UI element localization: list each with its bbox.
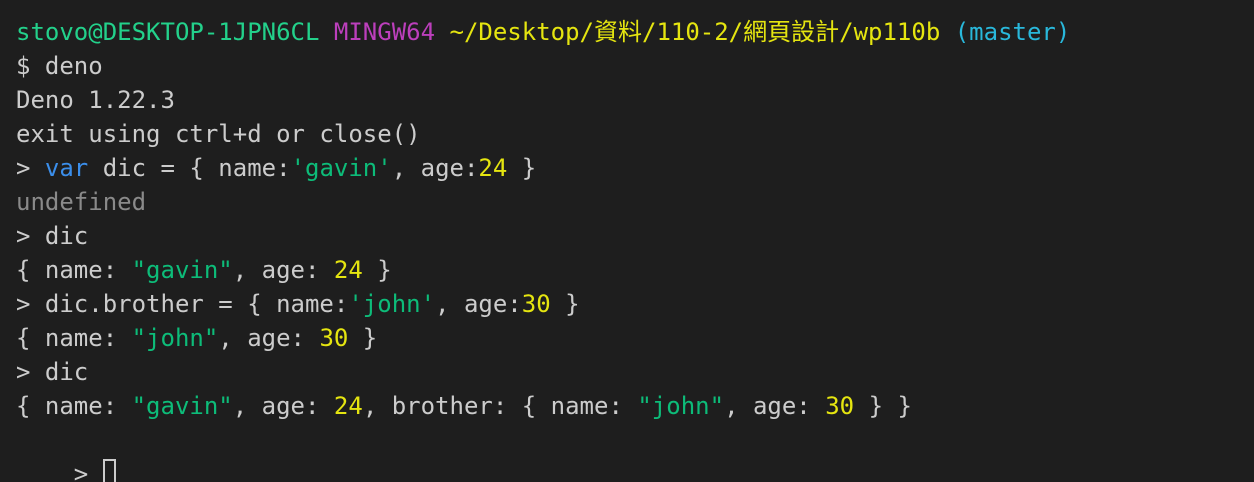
- terminal-text-segment: > dic: [16, 358, 89, 386]
- terminal-line: undefined: [16, 185, 1254, 219]
- terminal-text-segment: MINGW64: [333, 18, 436, 46]
- terminal-text-segment: "john": [637, 392, 725, 420]
- terminal-text-segment: "john": [131, 324, 219, 352]
- terminal-text-segment: } }: [854, 392, 912, 420]
- terminal-text-segment: > dic: [16, 222, 89, 250]
- terminal-line: > dic.brother = { name:'john', age:30 }: [16, 287, 1254, 321]
- terminal-text-segment: { name:: [16, 256, 132, 284]
- terminal-text-segment: $ deno: [16, 52, 103, 80]
- terminal-line: > dic: [16, 219, 1254, 253]
- terminal-text-segment: }: [507, 154, 537, 182]
- terminal-line: > var dic = { name:'gavin', age:24 }: [16, 151, 1254, 185]
- terminal-text-segment: Deno 1.22.3: [16, 86, 175, 114]
- terminal-text-segment: { name:: [16, 392, 132, 420]
- terminal-line: Deno 1.22.3: [16, 83, 1254, 117]
- terminal-text-segment: , age:: [232, 392, 334, 420]
- terminal-line: { name: "john", age: 30 }: [16, 321, 1254, 355]
- terminal-text-segment: 30: [521, 290, 551, 318]
- terminal-line: { name: "gavin", age: 24, brother: { nam…: [16, 389, 1254, 423]
- terminal-line: > dic: [16, 355, 1254, 389]
- terminal-text-segment: , age:: [391, 154, 479, 182]
- terminal-text-segment: var: [44, 154, 89, 182]
- text-cursor: [102, 459, 116, 482]
- terminal-text-segment: 'gavin': [290, 154, 392, 182]
- terminal-output: stovo@DESKTOP-1JPN6CL MINGW64 ~/Desktop/…: [16, 15, 1254, 423]
- terminal-text-segment: 24: [333, 392, 363, 420]
- terminal-text-segment: }: [550, 290, 580, 318]
- terminal-line: { name: "gavin", age: 24 }: [16, 253, 1254, 287]
- terminal-text-segment: , age:: [232, 256, 334, 284]
- repl-prompt: >: [73, 460, 103, 482]
- terminal-text-segment: (master): [954, 18, 1071, 46]
- terminal-text-segment: 30: [825, 392, 855, 420]
- terminal-text-segment: undefined: [16, 188, 147, 216]
- terminal-text-segment: , age:: [435, 290, 522, 318]
- terminal-text-segment: dic = { name:: [88, 154, 291, 182]
- terminal-text-segment: >: [16, 154, 45, 182]
- terminal-text-segment: "gavin": [131, 256, 233, 284]
- terminal-text-segment: }: [362, 256, 392, 284]
- terminal-text-segment: , age:: [218, 324, 320, 352]
- terminal-text-segment: 'john': [348, 290, 436, 318]
- terminal-line: $ deno: [16, 49, 1254, 83]
- terminal-text-segment: , brother: { name:: [362, 392, 638, 420]
- terminal-window[interactable]: stovo@DESKTOP-1JPN6CL MINGW64 ~/Desktop/…: [0, 0, 1254, 482]
- terminal-text-segment: , age:: [724, 392, 826, 420]
- terminal-text-segment: { name:: [16, 324, 132, 352]
- terminal-line: stovo@DESKTOP-1JPN6CL MINGW64 ~/Desktop/…: [16, 15, 1254, 49]
- terminal-text-segment: "gavin": [131, 392, 233, 420]
- terminal-text-segment: ~/Desktop/資料/110-2/網頁設計/wp110b: [449, 18, 941, 46]
- terminal-text-segment: exit using ctrl+d or close(): [16, 120, 421, 148]
- terminal-text-segment: 24: [333, 256, 363, 284]
- input-line[interactable]: >: [16, 423, 1254, 482]
- terminal-text-segment: > dic.brother = { name:: [16, 290, 349, 318]
- terminal-line: exit using ctrl+d or close(): [16, 117, 1254, 151]
- terminal-text-segment: 30: [319, 324, 349, 352]
- terminal-text-segment: stovo@DESKTOP-1JPN6CL: [16, 18, 320, 46]
- terminal-text-segment: 24: [478, 154, 508, 182]
- terminal-text-segment: }: [348, 324, 378, 352]
